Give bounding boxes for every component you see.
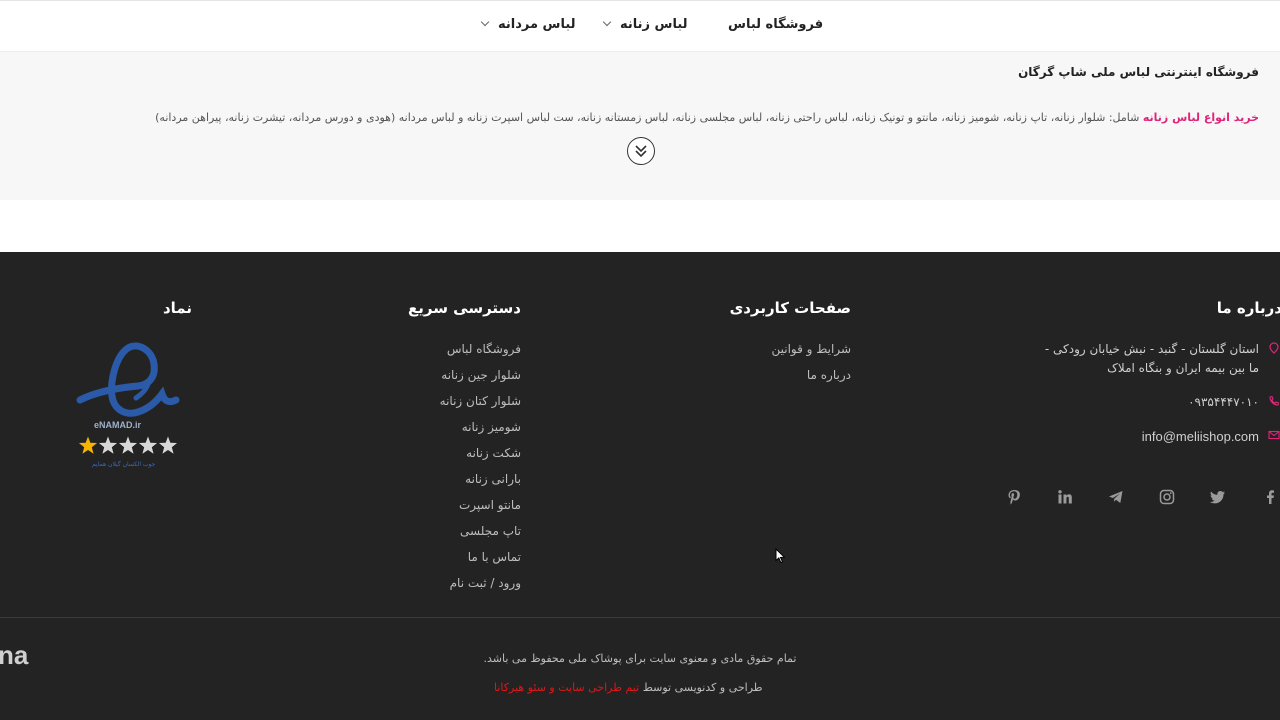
- star-empty-icon: [118, 436, 138, 454]
- phone-icon: [1269, 395, 1280, 406]
- nav-item-clothing-store[interactable]: فروشگاه لباس: [728, 17, 823, 32]
- quick-access-title: دسترسی سریع: [407, 299, 521, 317]
- top-navigation: فروشگاه لباس لباس زنانه لباس مردانه: [0, 0, 1280, 52]
- description-highlight-link[interactable]: خرید انواع لباس زنانه: [1143, 111, 1259, 124]
- telegram-icon[interactable]: [1108, 489, 1124, 505]
- expand-description-button[interactable]: [627, 137, 655, 165]
- instagram-icon[interactable]: [1159, 489, 1175, 505]
- location-icon: [1269, 342, 1279, 354]
- nav-item-label: فروشگاه لباس: [728, 17, 824, 32]
- footer-link-clothing-store[interactable]: فروشگاه لباس: [440, 340, 521, 366]
- designer-credit-link[interactable]: تیم طراحی سایت و سئو هیرکانا: [494, 681, 639, 694]
- designer-credit: طراحی و کدنویسی توسط تیم طراحی سایت و سئ…: [494, 681, 763, 694]
- description-text: خرید انواع لباس زنانه شامل: شلوار زنانه،…: [39, 111, 1259, 124]
- footer-link-party-top[interactable]: تاپ مجلسی: [440, 522, 521, 548]
- footer-link-sport-manteau[interactable]: مانتو اسپرت: [440, 496, 521, 522]
- footer-link-terms[interactable]: شرایط و قوانین: [771, 340, 851, 366]
- nav-item-womens-clothing[interactable]: لباس زنانه: [602, 17, 688, 32]
- enamad-badge[interactable]: eNAMAD.ir جوب الکسان گیلان همایم: [76, 340, 182, 472]
- star-empty-icon: [138, 436, 158, 454]
- chevron-down-icon: [602, 17, 612, 27]
- footer-link-womens-blouse[interactable]: شومیز زنانه: [440, 418, 521, 444]
- about-title: درباره ما: [1216, 299, 1280, 317]
- store-description: فروشگاه اینترنتی لباس ملی شاپ گرگان خرید…: [0, 52, 1280, 200]
- description-title: فروشگاه اینترنتی لباس ملی شاپ گرگان: [1018, 65, 1259, 79]
- footer-link-login-register[interactable]: ورود / ثبت نام: [440, 574, 521, 600]
- footer-link-womens-jacket[interactable]: شکت زنانه: [440, 444, 521, 470]
- facebook-icon[interactable]: [1262, 489, 1278, 505]
- chevron-down-icon: [480, 17, 490, 27]
- enamad-badge-subtext: جوب الکسان گیلان همایم: [92, 461, 156, 468]
- star-filled-icon: [78, 436, 98, 454]
- nav-item-label: لباس زنانه: [620, 17, 688, 32]
- footer-link-about[interactable]: درباره ما: [771, 366, 851, 392]
- footer-link-womens-raincoat[interactable]: بارانی زنانه: [440, 470, 521, 496]
- enamad-badge-text: eNAMAD.ir: [94, 420, 142, 430]
- pinterest-icon[interactable]: [1006, 489, 1022, 505]
- phone-number: ۰۹۳۵۴۴۴۷۰۱۰: [1188, 395, 1259, 409]
- footer-link-womens-cotton-pants[interactable]: شلوار کتان زنانه: [440, 392, 521, 418]
- nav-item-label: لباس مردانه: [498, 17, 576, 32]
- star-empty-icon: [158, 436, 178, 454]
- footer-link-womens-jeans[interactable]: شلوار جین زنانه: [440, 366, 521, 392]
- useful-pages-title: صفحات کاربردی: [729, 299, 851, 317]
- star-empty-icon: [98, 436, 118, 454]
- description-body: شامل: شلوار زنانه، تاپ زنانه، شومیز زنان…: [155, 111, 1143, 124]
- site-footer: درباره ما استان گلستان - گنبد - نبش خیاب…: [0, 252, 1280, 720]
- email-address: info@meliishop.com: [1141, 429, 1259, 444]
- about-address: استان گلستان - گنبد - نبش خیابان رودکی -…: [1044, 340, 1279, 378]
- designer-credit-prefix: طراحی و کدنویسی توسط: [642, 681, 763, 694]
- about-phone[interactable]: ۰۹۳۵۴۴۴۷۰۱۰: [1188, 393, 1280, 412]
- mouse-cursor-icon: [775, 548, 786, 564]
- twitter-icon[interactable]: [1210, 489, 1226, 505]
- copyright-text: تمام حقوق مادی و معنوی سایت برای پوشاک م…: [483, 652, 797, 665]
- quick-access-list: فروشگاه لباس شلوار جین زنانه شلوار کتان …: [440, 340, 521, 600]
- enamad-rating-stars: [78, 436, 178, 454]
- email-icon: [1268, 430, 1280, 440]
- footer-link-contact[interactable]: تماس با ما: [440, 548, 521, 574]
- address-line-1: استان گلستان - گنبد - نبش خیابان رودکی -: [1044, 342, 1259, 356]
- footer-divider: [0, 617, 1280, 618]
- address-line-2: ما بین بیمه ایران و بنگاه املاک: [1107, 361, 1259, 375]
- double-chevron-down-icon: [635, 145, 647, 158]
- nav-item-mens-clothing[interactable]: لباس مردانه: [480, 17, 576, 32]
- about-email[interactable]: info@meliishop.com: [1141, 427, 1280, 447]
- namad-title: نماد: [162, 299, 192, 317]
- useful-pages-list: شرایط و قوانین درباره ما: [771, 340, 851, 392]
- linkedin-icon[interactable]: [1057, 489, 1073, 505]
